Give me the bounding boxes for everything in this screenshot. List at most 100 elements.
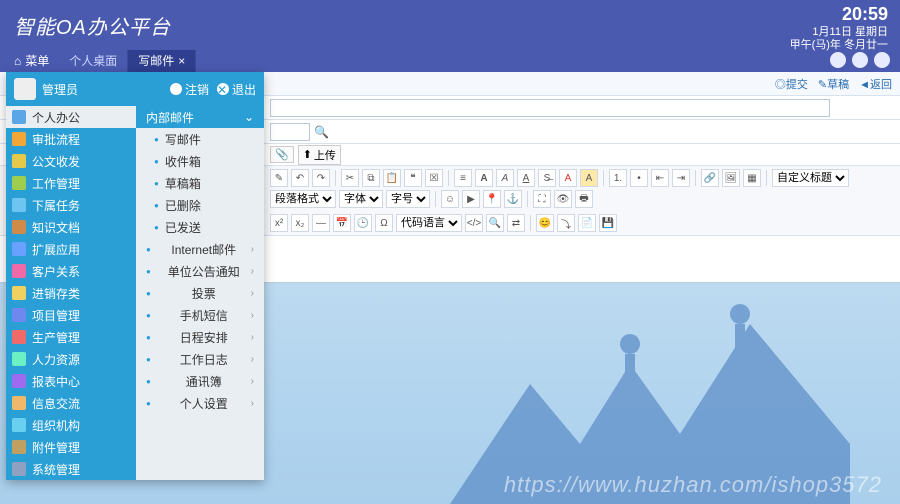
search-icon[interactable]: 🔍 bbox=[314, 125, 329, 139]
ul-icon[interactable]: • bbox=[630, 169, 648, 187]
submenu-plain-item[interactable]: 个人设置› bbox=[136, 392, 264, 414]
link-icon[interactable]: 🔗 bbox=[701, 169, 719, 187]
ol-icon[interactable]: 1. bbox=[609, 169, 627, 187]
menu-home-button[interactable]: ⌂ 菜单 bbox=[4, 49, 59, 72]
app-header: 智能OA办公平台 20:59 1月11日 星期日 甲午(马)年 冬月廿一 bbox=[0, 0, 900, 50]
outdent-icon[interactable]: ⇤ bbox=[651, 169, 669, 187]
color-icon[interactable]: A bbox=[559, 169, 577, 187]
recipient-input[interactable] bbox=[270, 99, 830, 117]
source-icon[interactable]: ✎ bbox=[270, 169, 288, 187]
menu-item-7[interactable]: 客户关系 bbox=[6, 260, 136, 282]
menu-item-16[interactable]: 系统管理 bbox=[6, 458, 136, 480]
special-icon[interactable]: Ω bbox=[375, 214, 393, 232]
replace-icon[interactable]: ⇄ bbox=[507, 214, 525, 232]
hr-icon[interactable]: — bbox=[312, 214, 330, 232]
anchor-icon[interactable]: ⚓ bbox=[504, 190, 522, 208]
menu-item-14[interactable]: 组织机构 bbox=[6, 414, 136, 436]
print-icon[interactable]: 🖶 bbox=[575, 190, 593, 208]
tab-desktop[interactable]: 个人桌面 bbox=[59, 49, 128, 72]
submenu-plain-item[interactable]: 投票› bbox=[136, 282, 264, 304]
menu-item-11[interactable]: 人力资源 bbox=[6, 348, 136, 370]
avatar[interactable] bbox=[14, 78, 36, 100]
preview-icon[interactable]: 👁 bbox=[554, 190, 572, 208]
logout-button[interactable]: 注销 bbox=[170, 81, 209, 98]
submenu-plain-item[interactable]: 单位公告通知› bbox=[136, 260, 264, 282]
gift-icon[interactable] bbox=[830, 52, 846, 68]
codelang-select[interactable]: 代码语言 bbox=[396, 214, 462, 232]
redo-icon[interactable]: ↷ bbox=[312, 169, 330, 187]
tab-compose[interactable]: 写邮件× bbox=[128, 49, 196, 72]
image-icon[interactable]: 🖼 bbox=[722, 169, 740, 187]
draft-button[interactable]: ✎草稿 bbox=[818, 76, 849, 92]
fullscreen-icon[interactable]: ⛶ bbox=[533, 190, 551, 208]
menu-item-2[interactable]: 公文收发 bbox=[6, 150, 136, 172]
menu-item-3[interactable]: 工作管理 bbox=[6, 172, 136, 194]
search-input[interactable] bbox=[270, 123, 310, 141]
submenu-plain-item[interactable]: 工作日志› bbox=[136, 348, 264, 370]
submit-button[interactable]: ◎提交 bbox=[775, 76, 808, 92]
menu-item-12[interactable]: 报表中心 bbox=[6, 370, 136, 392]
copy-icon[interactable]: ⧉ bbox=[362, 169, 380, 187]
emoji-icon[interactable]: ☺ bbox=[441, 190, 459, 208]
chevron-right-icon: › bbox=[251, 244, 254, 255]
close-icon[interactable]: × bbox=[178, 54, 185, 68]
font-select[interactable]: 字体 bbox=[339, 190, 383, 208]
quote-icon[interactable]: ❝ bbox=[404, 169, 422, 187]
code-icon[interactable]: </> bbox=[465, 214, 483, 232]
submenu-group-internal-mail[interactable]: 内部邮件 ⌄ bbox=[136, 106, 264, 128]
sub-icon[interactable]: x₂ bbox=[291, 214, 309, 232]
exit-button[interactable]: ✕退出 bbox=[217, 81, 256, 98]
underline-icon[interactable]: A bbox=[517, 169, 535, 187]
menu-item-5[interactable]: 知识文档 bbox=[6, 216, 136, 238]
chevron-right-icon: › bbox=[251, 398, 254, 409]
submenu-item[interactable]: 已删除 bbox=[136, 194, 264, 216]
template-icon[interactable]: 📄 bbox=[578, 214, 596, 232]
bold-icon[interactable]: A bbox=[475, 169, 493, 187]
indent-icon[interactable]: ⇥ bbox=[672, 169, 690, 187]
fontsize-select[interactable]: 字号 bbox=[386, 190, 430, 208]
time-icon[interactable]: 🕒 bbox=[354, 214, 372, 232]
date-icon[interactable]: 📅 bbox=[333, 214, 351, 232]
menu-item-9[interactable]: 项目管理 bbox=[6, 304, 136, 326]
italic-icon[interactable]: A bbox=[496, 169, 514, 187]
attach-button[interactable]: 📎 bbox=[270, 146, 294, 163]
menu-item-0[interactable]: 个人办公 bbox=[6, 106, 136, 128]
submenu-plain-item[interactable]: 手机短信› bbox=[136, 304, 264, 326]
upload-button[interactable]: ⬆上传 bbox=[298, 145, 341, 165]
menu-item-1[interactable]: 审批流程 bbox=[6, 128, 136, 150]
submenu-plain-item[interactable]: Internet邮件› bbox=[136, 238, 264, 260]
menu-item-13[interactable]: 信息交流 bbox=[6, 392, 136, 414]
custom-title-select[interactable]: 自定义标题 bbox=[772, 169, 849, 187]
map-icon[interactable]: 📍 bbox=[483, 190, 501, 208]
user-icon[interactable] bbox=[874, 52, 890, 68]
pagebreak-icon[interactable]: ⤵ bbox=[557, 214, 575, 232]
back-button[interactable]: ◄返回 bbox=[859, 76, 892, 92]
submenu-item[interactable]: 草稿箱 bbox=[136, 172, 264, 194]
undo-icon[interactable]: ↶ bbox=[291, 169, 309, 187]
submenu-plain-item[interactable]: 通讯簿› bbox=[136, 370, 264, 392]
submenu-plain-item[interactable]: 日程安排› bbox=[136, 326, 264, 348]
find-icon[interactable]: 🔍 bbox=[486, 214, 504, 232]
submenu-item[interactable]: 已发送 bbox=[136, 216, 264, 238]
cut-icon[interactable]: ✂ bbox=[341, 169, 359, 187]
submenu-item[interactable]: 写邮件 bbox=[136, 128, 264, 150]
clear-icon[interactable]: ☒ bbox=[425, 169, 443, 187]
align-left-icon[interactable]: ≡ bbox=[454, 169, 472, 187]
draft-icon[interactable]: 💾 bbox=[599, 214, 617, 232]
menu-item-8[interactable]: 进销存类 bbox=[6, 282, 136, 304]
sup-icon[interactable]: x² bbox=[270, 214, 288, 232]
module-icon bbox=[12, 396, 26, 410]
media-icon[interactable]: ▶ bbox=[462, 190, 480, 208]
bgcolor-icon[interactable]: A bbox=[580, 169, 598, 187]
menu-item-15[interactable]: 附件管理 bbox=[6, 436, 136, 458]
paragraph-select[interactable]: 段落格式 bbox=[270, 190, 336, 208]
help-icon[interactable] bbox=[852, 52, 868, 68]
menu-item-10[interactable]: 生产管理 bbox=[6, 326, 136, 348]
emoticon-icon[interactable]: 😊 bbox=[536, 214, 554, 232]
menu-item-4[interactable]: 下属任务 bbox=[6, 194, 136, 216]
menu-item-6[interactable]: 扩展应用 bbox=[6, 238, 136, 260]
submenu-item[interactable]: 收件箱 bbox=[136, 150, 264, 172]
strike-icon[interactable]: S̶ bbox=[538, 169, 556, 187]
paste-icon[interactable]: 📋 bbox=[383, 169, 401, 187]
table-icon[interactable]: ▦ bbox=[743, 169, 761, 187]
